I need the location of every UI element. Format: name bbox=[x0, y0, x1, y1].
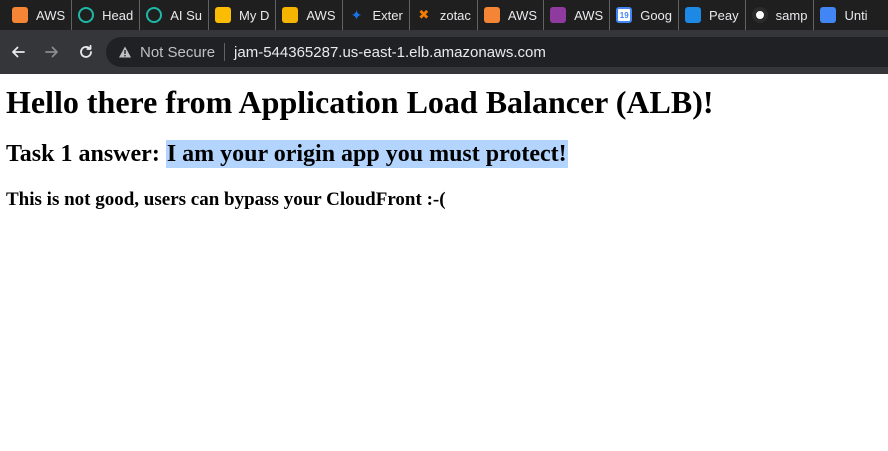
bookmark-item[interactable]: AWS bbox=[276, 0, 343, 30]
zotac-icon: ✖ bbox=[418, 7, 430, 22]
omnibox-divider bbox=[224, 43, 226, 61]
bookmark-item[interactable]: 19 Goog bbox=[610, 0, 680, 30]
bookmark-label: Exter bbox=[372, 7, 403, 23]
bookmark-item[interactable]: samp bbox=[746, 0, 815, 30]
bookmark-label: AWS bbox=[574, 7, 604, 23]
aws-cube-icon bbox=[483, 7, 500, 23]
arrow-right-icon bbox=[45, 46, 58, 58]
arrow-left-icon bbox=[12, 46, 25, 58]
browser-toolbar: Not Secure jam-544365287.us-east-1.elb.a… bbox=[0, 30, 888, 74]
puzzle-icon: ✦ bbox=[350, 6, 363, 23]
google-docs-icon bbox=[820, 7, 837, 23]
aws-gradient-icon bbox=[550, 7, 567, 23]
bookmark-item[interactable]: AWS bbox=[478, 0, 545, 30]
selected-answer-text: I am your origin app you must protect! bbox=[165, 140, 568, 168]
bookmark-item[interactable]: Head bbox=[72, 0, 141, 30]
google-slides-icon bbox=[282, 7, 299, 23]
perplexity-icon bbox=[78, 7, 95, 23]
bookmark-label: AWS bbox=[507, 7, 538, 23]
aws-cube-icon bbox=[12, 7, 28, 23]
bookmark-label: Peay bbox=[709, 7, 739, 23]
peay-icon bbox=[685, 7, 702, 23]
bookmark-label: AWS bbox=[36, 7, 66, 23]
bookmark-item[interactable]: Peay bbox=[679, 0, 746, 30]
reload-icon bbox=[80, 44, 92, 58]
warning-triangle-icon[interactable] bbox=[118, 45, 132, 59]
address-bar[interactable]: Not Secure jam-544365287.us-east-1.elb.a… bbox=[106, 37, 888, 67]
task-answer-prefix: Task 1 answer: bbox=[6, 141, 166, 167]
bookmark-label: Goog bbox=[640, 7, 673, 23]
bookmark-item[interactable]: AI Su bbox=[140, 0, 210, 30]
bookmark-item[interactable]: AWS bbox=[6, 0, 73, 30]
bookmark-label: samp bbox=[775, 7, 808, 23]
bookmark-item[interactable]: Unti bbox=[814, 0, 873, 30]
back-button[interactable] bbox=[2, 36, 34, 68]
bookmark-label: Unti bbox=[844, 7, 868, 23]
bookmark-item[interactable]: ✦ Exter bbox=[343, 0, 410, 30]
bookmarks-bar: AWS Head AI Su My D AWS ✦ Exter ✖ zotac AWS AWS 19 G… bbox=[0, 0, 888, 30]
bypass-warning-text: This is not good, users can bypass your … bbox=[6, 189, 446, 210]
bookmark-label: AI Su bbox=[170, 7, 203, 23]
reload-button[interactable] bbox=[70, 36, 102, 68]
bookmark-label: AWS bbox=[306, 7, 336, 23]
not-secure-label[interactable]: Not Secure bbox=[140, 44, 215, 61]
page-heading: Hello there from Application Load Balanc… bbox=[6, 84, 714, 120]
url-text[interactable]: jam-544365287.us-east-1.elb.amazonaws.co… bbox=[234, 44, 546, 61]
bookmark-item[interactable]: My D bbox=[209, 0, 277, 30]
task-answer-heading: Task 1 answer: I am your origin app you … bbox=[6, 140, 568, 168]
github-icon bbox=[751, 7, 768, 23]
page-content: Hello there from Application Load Balanc… bbox=[0, 74, 888, 451]
perplexity-icon bbox=[146, 7, 163, 23]
bookmark-item[interactable]: AWS bbox=[544, 0, 611, 30]
google-drive-icon bbox=[215, 7, 232, 23]
bookmark-label: My D bbox=[239, 7, 270, 23]
bookmark-item[interactable]: ✖ zotac bbox=[410, 0, 478, 30]
google-calendar-icon: 19 bbox=[616, 7, 633, 23]
bookmark-label: zotac bbox=[439, 7, 471, 23]
bookmark-label: Head bbox=[102, 7, 134, 23]
forward-button[interactable] bbox=[36, 36, 68, 68]
